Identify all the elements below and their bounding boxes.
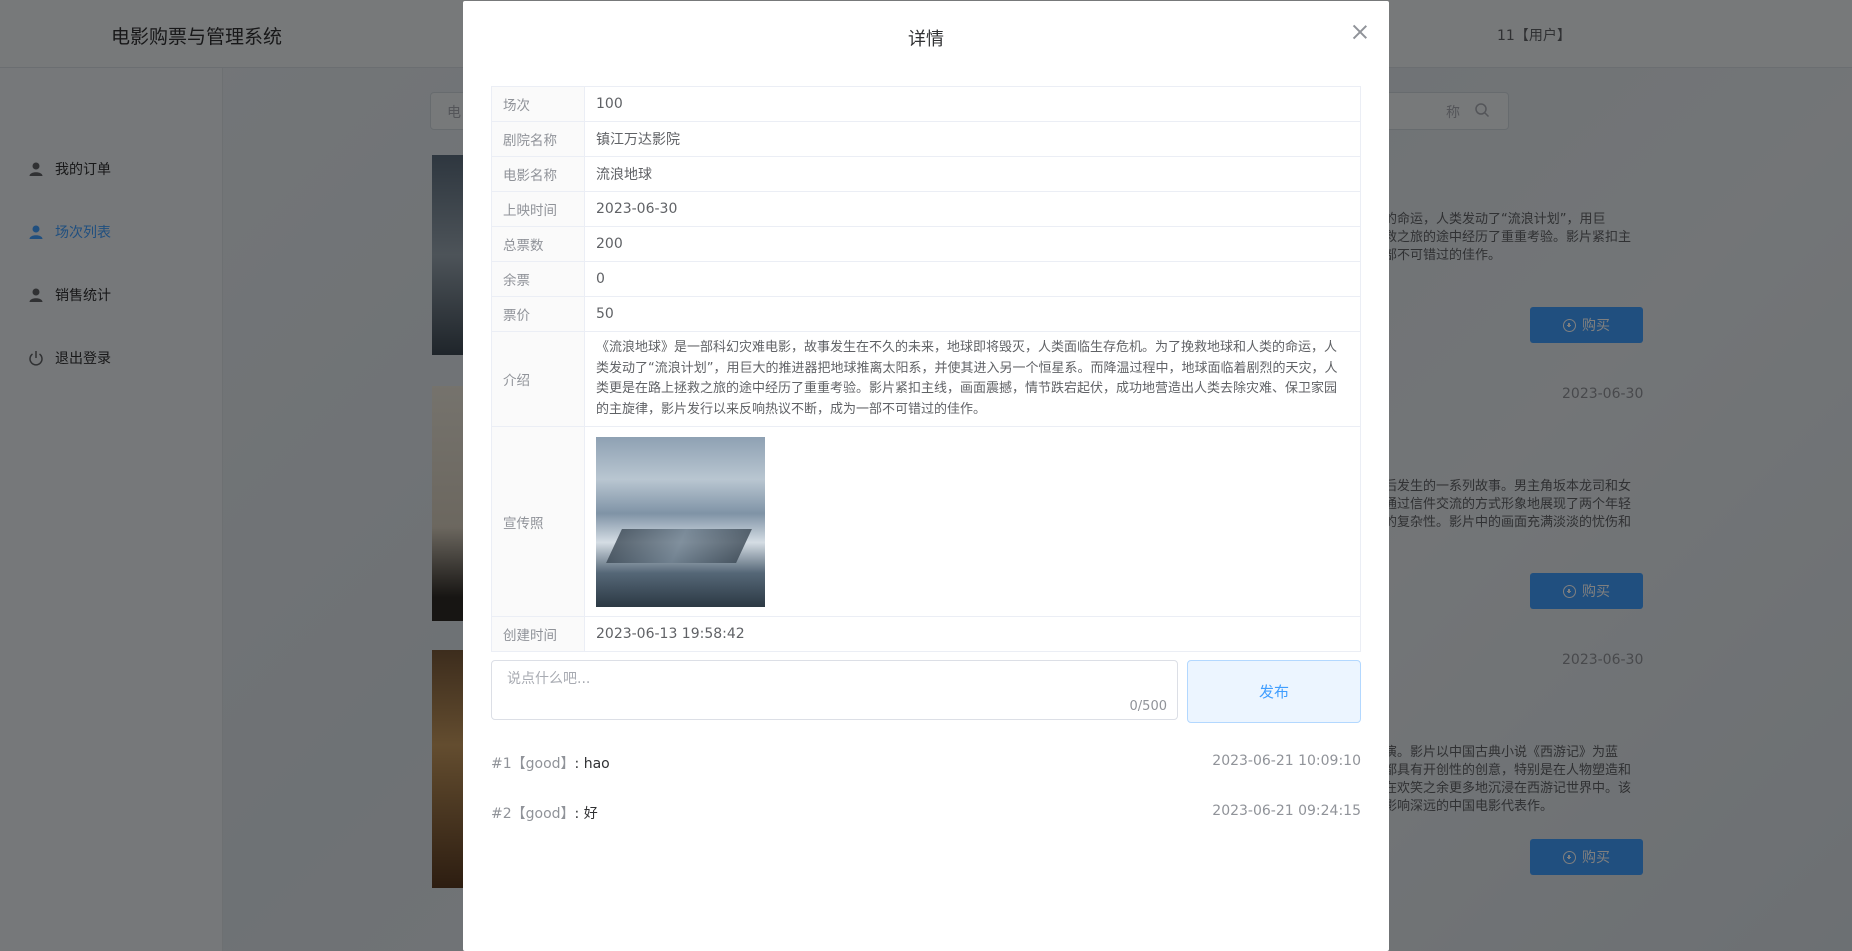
comment-text: : 好 (574, 806, 598, 822)
comment-user: 【good】 (511, 756, 575, 772)
detail-value-movie: 流浪地球 (584, 156, 1361, 192)
detail-label: 票价 (491, 296, 585, 332)
comment-text: : hao (574, 756, 610, 772)
detail-label: 介绍 (491, 331, 585, 427)
detail-row-price: 票价 50 (491, 296, 1361, 332)
comment-index: #2 (491, 806, 512, 822)
detail-row-movie: 电影名称 流浪地球 (491, 156, 1361, 192)
detail-value-photo (584, 426, 1361, 617)
detail-row-session: 场次 100 (491, 86, 1361, 122)
comment-item: #1【good】: hao 2023-06-21 10:09:10 (491, 753, 1361, 773)
detail-label: 场次 (491, 86, 585, 122)
comment-input[interactable] (492, 661, 1177, 719)
dialog-title: 详情 (908, 29, 944, 50)
detail-label: 余票 (491, 261, 585, 297)
detail-label: 上映时间 (491, 191, 585, 227)
comment-char-count: 0/500 (1129, 699, 1167, 714)
detail-row-photo: 宣传照 (491, 426, 1361, 617)
detail-value-remain: 0 (584, 261, 1361, 297)
detail-label: 创建时间 (491, 616, 585, 652)
comment-time: 2023-06-21 10:09:10 (1212, 753, 1361, 769)
detail-dialog: 详情 场次 100 剧院名称 镇江万达影院 电影名称 流浪地球 上映时间 202… (463, 1, 1389, 951)
detail-value-total: 200 (584, 226, 1361, 262)
detail-row-total: 总票数 200 (491, 226, 1361, 262)
detail-table: 场次 100 剧院名称 镇江万达影院 电影名称 流浪地球 上映时间 2023-0… (491, 86, 1361, 652)
comment-field[interactable]: 0/500 (491, 660, 1178, 720)
poster-art (606, 528, 752, 563)
detail-row-release: 上映时间 2023-06-30 (491, 191, 1361, 227)
close-icon[interactable] (1353, 25, 1367, 39)
detail-row-intro: 介绍 《流浪地球》是一部科幻灾难电影，故事发生在不久的未来，地球即将毁灭，人类面… (491, 331, 1361, 427)
detail-value-session: 100 (584, 86, 1361, 122)
detail-row-created: 创建时间 2023-06-13 19:58:42 (491, 616, 1361, 652)
detail-row-theater: 剧院名称 镇江万达影院 (491, 121, 1361, 157)
comment-user: 【good】 (511, 806, 575, 822)
detail-label: 电影名称 (491, 156, 585, 192)
detail-row-remain: 余票 0 (491, 261, 1361, 297)
comment-time: 2023-06-21 09:24:15 (1212, 803, 1361, 819)
detail-value-release: 2023-06-30 (584, 191, 1361, 227)
comment-index: #1 (491, 756, 512, 772)
promo-poster-image[interactable] (596, 436, 765, 607)
detail-value-intro: 《流浪地球》是一部科幻灾难电影，故事发生在不久的未来，地球即将毁灭，人类面临生存… (584, 331, 1361, 427)
comment-item: #2【good】: 好 2023-06-21 09:24:15 (491, 803, 1361, 823)
detail-label: 剧院名称 (491, 121, 585, 157)
detail-value-created: 2023-06-13 19:58:42 (584, 616, 1361, 652)
detail-value-theater: 镇江万达影院 (584, 121, 1361, 157)
detail-label: 总票数 (491, 226, 585, 262)
publish-button[interactable]: 发布 (1187, 660, 1361, 723)
detail-label: 宣传照 (491, 426, 585, 617)
detail-value-price: 50 (584, 296, 1361, 332)
